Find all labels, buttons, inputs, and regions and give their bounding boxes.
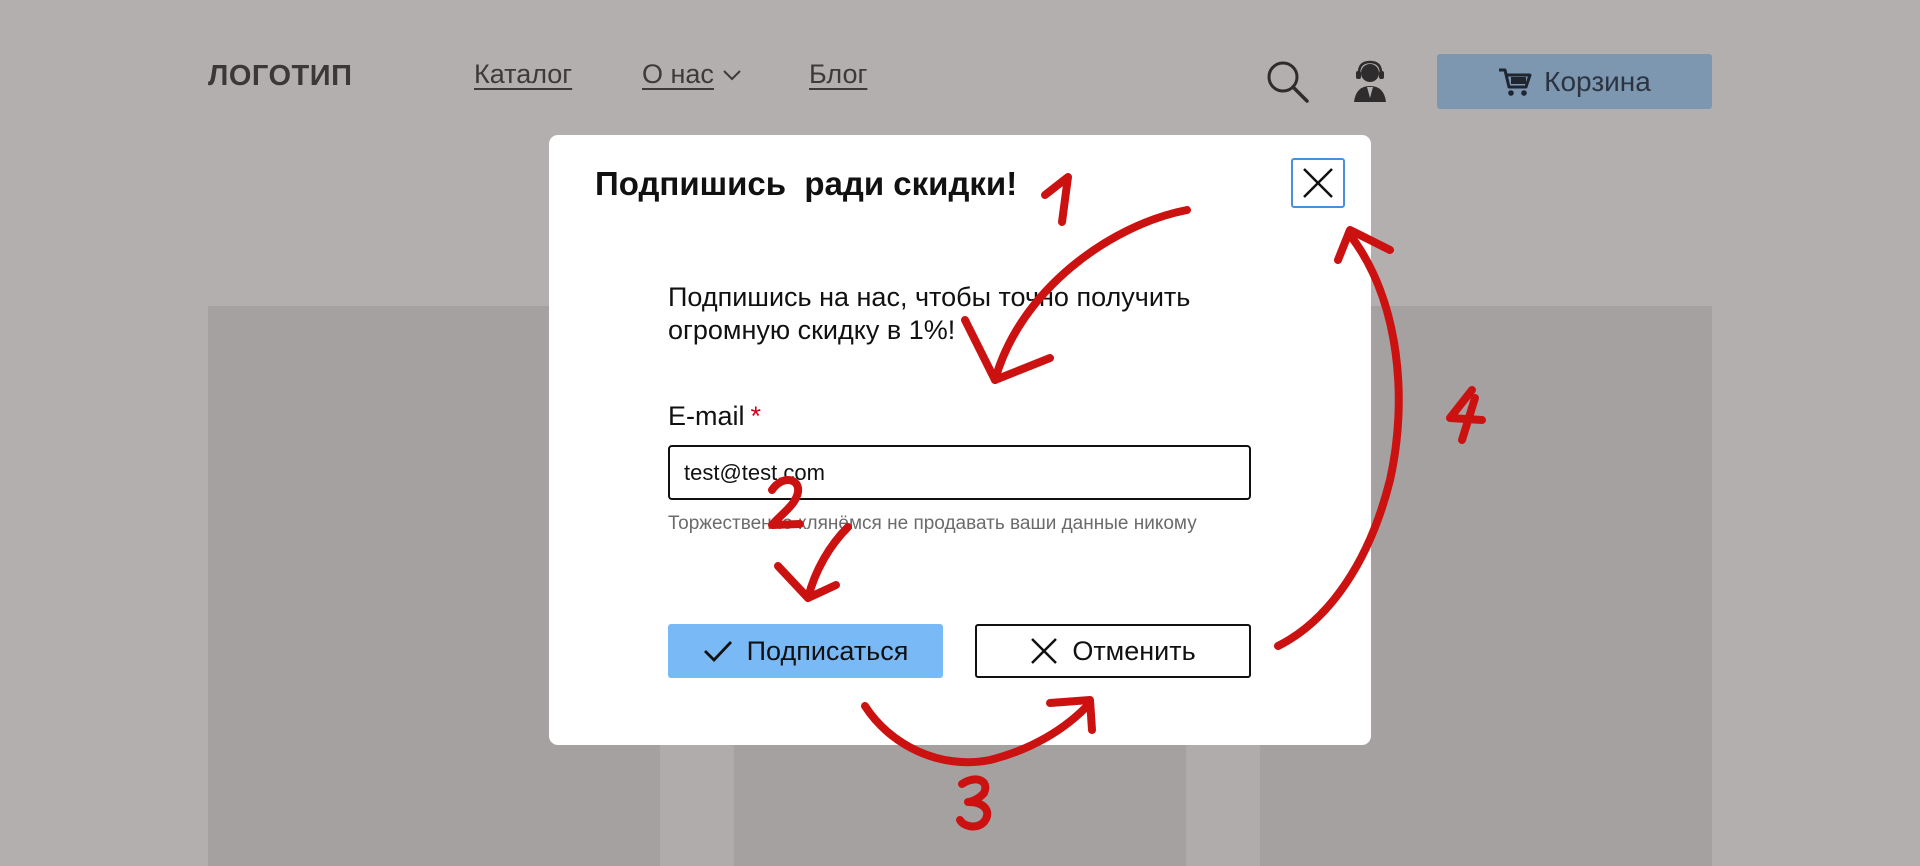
cancel-button[interactable]: Отменить xyxy=(975,624,1251,678)
logo[interactable]: ЛОГОТИП xyxy=(208,60,352,93)
cart-button[interactable]: Корзина xyxy=(1437,54,1712,109)
modal-description: Подпишись на нас, чтобы точно получить о… xyxy=(668,282,1191,345)
privacy-hint: Торжественно клянёмся не продавать ваши … xyxy=(668,513,1197,534)
cart-label: Корзина xyxy=(1544,65,1651,97)
nav-about-label: О нас xyxy=(642,59,714,89)
email-field[interactable] xyxy=(668,445,1251,500)
close-icon xyxy=(1031,638,1058,664)
subscribe-button[interactable]: Подписаться xyxy=(668,624,943,678)
close-icon xyxy=(1303,168,1333,198)
subscribe-label: Подписаться xyxy=(746,635,909,666)
cart-icon xyxy=(1499,68,1532,96)
checkmark-icon xyxy=(703,641,732,663)
email-label: E-mail * xyxy=(668,401,761,432)
modal-title: Подпишись ради скидки! xyxy=(595,165,1018,202)
nav-catalog[interactable]: Каталог xyxy=(474,59,572,90)
support-operator-icon[interactable] xyxy=(1346,58,1394,106)
chevron-down-icon xyxy=(723,69,741,80)
nav-about[interactable]: О нас xyxy=(642,59,742,90)
required-mark: * xyxy=(750,401,762,431)
cancel-label: Отменить xyxy=(1072,635,1196,666)
search-icon[interactable] xyxy=(1264,58,1312,106)
close-button[interactable] xyxy=(1291,158,1345,208)
nav-blog[interactable]: Блог xyxy=(809,59,867,90)
subscribe-modal: Подпишись ради скидки! Подпишись на нас,… xyxy=(549,135,1371,745)
email-label-text: E-mail xyxy=(668,401,745,431)
